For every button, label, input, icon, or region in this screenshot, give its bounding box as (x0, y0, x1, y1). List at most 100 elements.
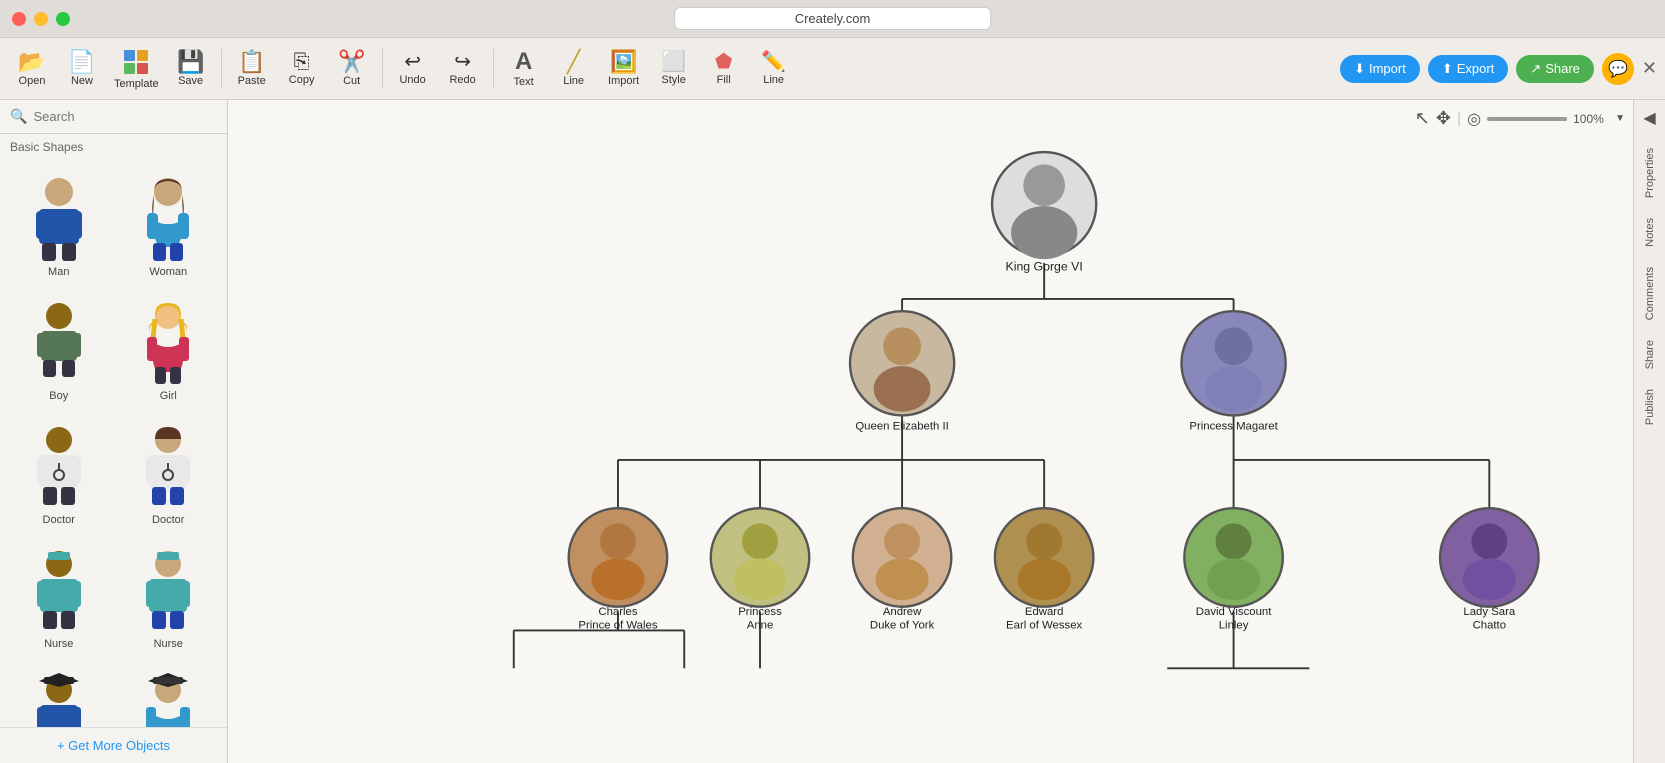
family-tree-svg: King Gorge VI Queen Elizabeth II Princes… (228, 100, 1633, 763)
copy-button[interactable]: ⎘ Copy (278, 48, 326, 90)
toolbar-actions: ⬇ Import ⬆ Export ↗ Share 💬 ✕ (1340, 53, 1657, 85)
shape-girl[interactable]: Girl (118, 292, 220, 408)
redo-icon: ↪ (454, 52, 471, 72)
svg-text:Princess Magaret: Princess Magaret (1189, 421, 1278, 433)
shape-man[interactable]: Man (8, 168, 110, 284)
separator-1 (221, 49, 222, 89)
shape-nurse-f[interactable]: Nurse (118, 540, 220, 656)
style-button[interactable]: ⬜ Style (650, 48, 698, 90)
zoom-slider[interactable] (1487, 117, 1567, 121)
svg-text:Linley: Linley (1219, 620, 1249, 632)
fill-button[interactable]: ⬟ Fill (700, 48, 748, 90)
publish-label[interactable]: Publish (1644, 389, 1656, 425)
share-icon: ↗ (1530, 61, 1541, 77)
search-input[interactable] (33, 109, 217, 124)
separator-3 (493, 49, 494, 89)
maximize-button[interactable] (56, 12, 70, 26)
notes-label[interactable]: Notes (1644, 218, 1656, 247)
move-icon[interactable]: ✥ (1436, 108, 1451, 129)
close-window-button[interactable]: ✕ (1642, 58, 1657, 79)
svg-text:Earl of Wessex: Earl of Wessex (1006, 620, 1082, 632)
share-panel-label[interactable]: Share (1644, 340, 1656, 369)
get-more-button[interactable]: + Get More Objects (0, 727, 227, 763)
divider: | (1457, 110, 1461, 128)
close-button[interactable] (12, 12, 26, 26)
main-area: 🔍 Basic Shapes Man (0, 100, 1665, 763)
properties-label[interactable]: Properties (1644, 148, 1656, 198)
man-svg (24, 177, 94, 262)
canvas[interactable]: ↖ ✥ | ◎ 100% ▼ (228, 100, 1633, 763)
export-icon: ⬆ (1442, 61, 1453, 77)
doctor-m-svg (24, 425, 94, 510)
line-button[interactable]: ╱ Line (550, 47, 598, 91)
save-button[interactable]: 💾 Save (167, 47, 215, 91)
nurse-f-label: Nurse (154, 638, 183, 650)
shape-boy[interactable]: Boy (8, 292, 110, 408)
new-button[interactable]: 📄 New (58, 47, 106, 91)
shape-woman[interactable]: Woman (118, 168, 220, 284)
shape-doctor-m[interactable]: Doctor (8, 416, 110, 532)
template-button[interactable]: Template (108, 44, 165, 94)
doctor-m-label: Doctor (43, 514, 75, 526)
import-image-button[interactable]: 🖼️ Import (600, 47, 648, 91)
svg-text:Chatto: Chatto (1473, 620, 1506, 632)
fill-label: Fill (717, 74, 731, 86)
shape-grad-m[interactable]: Graduate (8, 664, 110, 727)
text-icon: A (515, 50, 532, 74)
shape-doctor-f[interactable]: Doctor (118, 416, 220, 532)
nurse-m-svg (24, 549, 94, 634)
girl-label: Girl (160, 390, 177, 402)
line2-label: Line (763, 74, 784, 86)
cut-label: Cut (343, 75, 360, 87)
svg-text:King Gorge VI: King Gorge VI (1006, 259, 1083, 273)
share-button[interactable]: ↗ Share (1516, 55, 1594, 83)
man-figure (19, 174, 99, 264)
svg-text:Lady Sara: Lady Sara (1463, 606, 1515, 618)
paste-button[interactable]: 📋 Paste (228, 47, 276, 91)
text-button[interactable]: A Text (500, 46, 548, 92)
girl-figure (128, 298, 208, 388)
redo-label: Redo (449, 74, 475, 86)
import-icon: ⬇ (1354, 61, 1365, 77)
open-icon: 📂 (18, 51, 45, 73)
share-label: Share (1545, 61, 1580, 76)
nurse-f-svg (133, 549, 203, 634)
svg-text:David Viscount: David Viscount (1196, 606, 1272, 618)
svg-text:Edward: Edward (1025, 606, 1064, 618)
save-label: Save (178, 75, 203, 87)
doctor-m-figure (19, 422, 99, 512)
fill-icon: ⬟ (715, 52, 732, 72)
style-label: Style (661, 74, 685, 86)
zoom-level: 100% (1573, 112, 1609, 126)
search-bar: 🔍 (0, 100, 227, 134)
chat-button[interactable]: 💬 (1602, 53, 1634, 85)
open-button[interactable]: 📂 Open (8, 47, 56, 91)
import-button[interactable]: ⬇ Import (1340, 55, 1420, 83)
undo-button[interactable]: ↩ Undo (389, 48, 437, 90)
zoom-dropdown-icon[interactable]: ▼ (1615, 113, 1625, 124)
pointer-icon[interactable]: ↖ (1415, 108, 1430, 129)
paste-icon: 📋 (238, 51, 265, 73)
new-icon: 📄 (68, 51, 95, 73)
right-panel-arrow[interactable]: ◀ (1643, 108, 1655, 128)
comments-label[interactable]: Comments (1644, 267, 1656, 320)
shape-grad-f[interactable]: Graduate (118, 664, 220, 727)
woman-label: Woman (149, 266, 187, 278)
pencil-icon: ✏️ (761, 52, 786, 72)
svg-text:Princess: Princess (738, 606, 782, 618)
boy-label: Boy (49, 390, 68, 402)
minimize-button[interactable] (34, 12, 48, 26)
template-label: Template (114, 78, 159, 90)
svg-text:Anne: Anne (747, 620, 774, 632)
boy-figure (19, 298, 99, 388)
redo-button[interactable]: ↪ Redo (439, 48, 487, 90)
center-icon[interactable]: ◎ (1467, 109, 1481, 129)
canvas-toolbar: ↖ ✥ | ◎ 100% ▼ (1415, 108, 1625, 129)
shape-nurse-m[interactable]: Nurse (8, 540, 110, 656)
cut-button[interactable]: ✂️ Cut (328, 47, 376, 91)
line2-button[interactable]: ✏️ Line (750, 48, 798, 90)
export-button[interactable]: ⬆ Export (1428, 55, 1508, 83)
undo-icon: ↩ (404, 52, 421, 72)
save-icon: 💾 (177, 51, 204, 73)
svg-text:Queen Elizabeth II: Queen Elizabeth II (855, 421, 948, 433)
